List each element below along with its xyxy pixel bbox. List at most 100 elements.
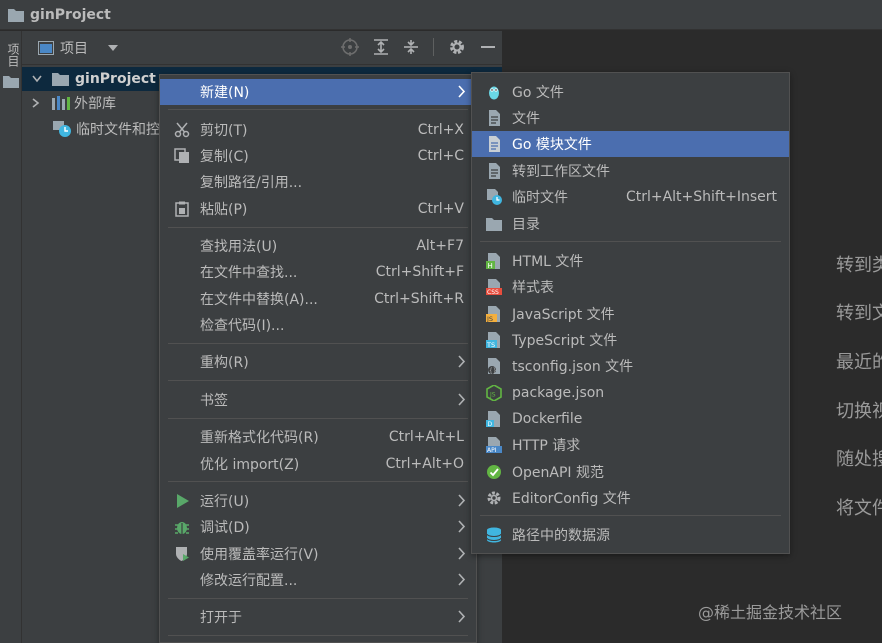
menu-item-label: EditorConfig 文件: [512, 491, 631, 507]
menu-item-label: 在文件中查找...: [200, 265, 298, 281]
new-submenu: Go 文件 文件 Go 模块文件 转到工作区文件 临时文件 Ctrl+Alt+S…: [471, 72, 790, 554]
menu-item-http-request[interactable]: API HTTP 请求: [472, 432, 789, 458]
menu-item-data-source-in-path[interactable]: 路径中的数据源: [472, 522, 789, 548]
menu-item-shortcut: Ctrl+Shift+R: [374, 291, 464, 307]
menu-separator: [168, 380, 468, 381]
menu-item-replace-in-files[interactable]: 在文件中替换(A)... Ctrl+Shift+R: [160, 286, 476, 312]
database-icon: [486, 527, 502, 543]
menu-item-go-mod-file[interactable]: Go 模块文件: [472, 131, 789, 157]
chevron-right-icon: [458, 573, 466, 586]
chevron-down-icon[interactable]: [108, 44, 118, 51]
menu-item-openapi-spec[interactable]: OpenAPI 规范: [472, 459, 789, 485]
chevron-right-icon: [458, 393, 466, 406]
menu-item-find-usages[interactable]: 查找用法(U) Alt+F7: [160, 233, 476, 259]
javascript-file-icon: JS: [486, 306, 500, 322]
menu-item-copy-path[interactable]: 复制路径/引用...: [160, 169, 476, 195]
bug-icon: [175, 522, 189, 534]
menu-item-open-in[interactable]: 打开于: [160, 604, 476, 630]
tree-item-label: 临时文件和控: [76, 122, 160, 138]
folder-icon[interactable]: [3, 75, 19, 88]
menu-item-go-work-file[interactable]: 转到工作区文件: [472, 158, 789, 184]
menu-separator: [168, 109, 468, 110]
menu-item-label: HTML 文件: [512, 254, 584, 270]
menu-item-dockerfile[interactable]: D Dockerfile: [472, 406, 789, 432]
project-tool-tab[interactable]: 项目: [3, 43, 20, 67]
scratch-file-icon: [487, 189, 502, 205]
menu-item-label: package.json: [512, 385, 605, 401]
title-bar: ginProject: [0, 0, 882, 30]
svg-text:{}: {}: [489, 368, 497, 375]
editor-hint: 切换视: [836, 401, 882, 422]
menu-item-tsconfig-file[interactable]: {} tsconfig.json 文件: [472, 353, 789, 379]
editor-hint: 转到类: [836, 255, 882, 276]
menu-item-find-in-files[interactable]: 在文件中查找... Ctrl+Shift+F: [160, 259, 476, 285]
minimize-icon[interactable]: [480, 39, 496, 55]
menu-item-paste[interactable]: 粘贴(P) Ctrl+V: [160, 196, 476, 222]
scissors-icon: [174, 122, 190, 138]
menu-item-inspect-code[interactable]: 检查代码(I)...: [160, 312, 476, 338]
menu-item-cut[interactable]: 剪切(T) Ctrl+X: [160, 117, 476, 143]
menu-item-label: 书签: [200, 393, 228, 409]
tree-item-label: ginProject: [75, 71, 156, 87]
chevron-down-icon[interactable]: [32, 75, 42, 83]
menu-item-shortcut: Ctrl+C: [417, 148, 464, 164]
scratch-clock-icon: [53, 121, 71, 137]
chevron-right-icon[interactable]: [32, 98, 40, 108]
menu-item-directory[interactable]: 目录: [472, 211, 789, 237]
project-view-label[interactable]: 项目: [60, 38, 88, 58]
project-title: ginProject: [30, 6, 111, 23]
menu-item-package-json[interactable]: JS package.json: [472, 380, 789, 406]
menu-item-bookmarks[interactable]: 书签: [160, 387, 476, 413]
menu-item-new[interactable]: 新建(N): [160, 79, 476, 105]
menu-separator: [480, 241, 781, 242]
chevron-right-icon: [458, 494, 466, 507]
svg-text:JS: JS: [489, 392, 496, 399]
menu-item-shortcut: Ctrl+Shift+F: [375, 264, 464, 280]
menu-item-label: 剪切(T): [200, 123, 248, 139]
menu-item-label: 重新格式化代码(R): [200, 430, 319, 446]
chevron-right-icon: [458, 355, 466, 368]
nodejs-icon: JS: [486, 385, 502, 401]
coverage-shield-icon: [176, 547, 189, 561]
go-gopher-icon: [489, 86, 499, 100]
menu-item-label: 运行(U): [200, 494, 250, 510]
gear-icon[interactable]: [448, 38, 466, 56]
menu-item-file[interactable]: 文件: [472, 105, 789, 131]
svg-text:D: D: [488, 421, 493, 427]
tree-item-external-libraries[interactable]: 外部库: [22, 91, 116, 115]
svg-text:TS: TS: [486, 341, 495, 348]
locate-icon[interactable]: [341, 38, 359, 56]
menu-item-reformat-code[interactable]: 重新格式化代码(R) Ctrl+Alt+L: [160, 424, 476, 450]
menu-item-typescript-file[interactable]: TS TypeScript 文件: [472, 327, 789, 353]
menu-item-label: TypeScript 文件: [512, 333, 618, 349]
menu-item-go-file[interactable]: Go 文件: [472, 79, 789, 105]
menu-item-refactor[interactable]: 重构(R): [160, 349, 476, 375]
menu-item-stylesheet[interactable]: CSS 样式表: [472, 274, 789, 300]
menu-item-javascript-file[interactable]: JS JavaScript 文件: [472, 301, 789, 327]
menu-item-label: 调试(D): [200, 520, 250, 536]
clipboard-icon: [175, 201, 189, 217]
http-api-icon: API: [486, 437, 502, 453]
folder-icon: [52, 73, 69, 86]
menu-item-debug[interactable]: 调试(D): [160, 514, 476, 540]
menu-item-shortcut: Ctrl+X: [417, 122, 464, 138]
menu-item-shortcut: Alt+F7: [416, 238, 464, 254]
menu-item-html-file[interactable]: H HTML 文件: [472, 248, 789, 274]
menu-item-label: 转到工作区文件: [512, 164, 610, 180]
expand-all-icon[interactable]: [373, 39, 389, 55]
menu-item-label: HTTP 请求: [512, 438, 581, 454]
menu-item-optimize-imports[interactable]: 优化 import(Z) Ctrl+Alt+O: [160, 451, 476, 477]
menu-item-label: 粘贴(P): [200, 202, 248, 218]
menu-item-run-with-coverage[interactable]: 使用覆盖率运行(V): [160, 541, 476, 567]
folder-icon: [8, 8, 24, 22]
menu-item-modify-run-config[interactable]: 修改运行配置...: [160, 567, 476, 593]
menu-item-label: 临时文件: [512, 190, 568, 206]
gear-icon: [487, 491, 501, 505]
menu-item-copy[interactable]: 复制(C) Ctrl+C: [160, 143, 476, 169]
menu-item-run[interactable]: 运行(U): [160, 488, 476, 514]
tree-item-scratches[interactable]: 临时文件和控: [22, 117, 160, 141]
header-divider: [433, 38, 434, 56]
menu-item-editorconfig-file[interactable]: EditorConfig 文件: [472, 485, 789, 511]
collapse-all-icon[interactable]: [403, 39, 419, 55]
menu-item-scratch-file[interactable]: 临时文件 Ctrl+Alt+Shift+Insert: [472, 184, 789, 210]
